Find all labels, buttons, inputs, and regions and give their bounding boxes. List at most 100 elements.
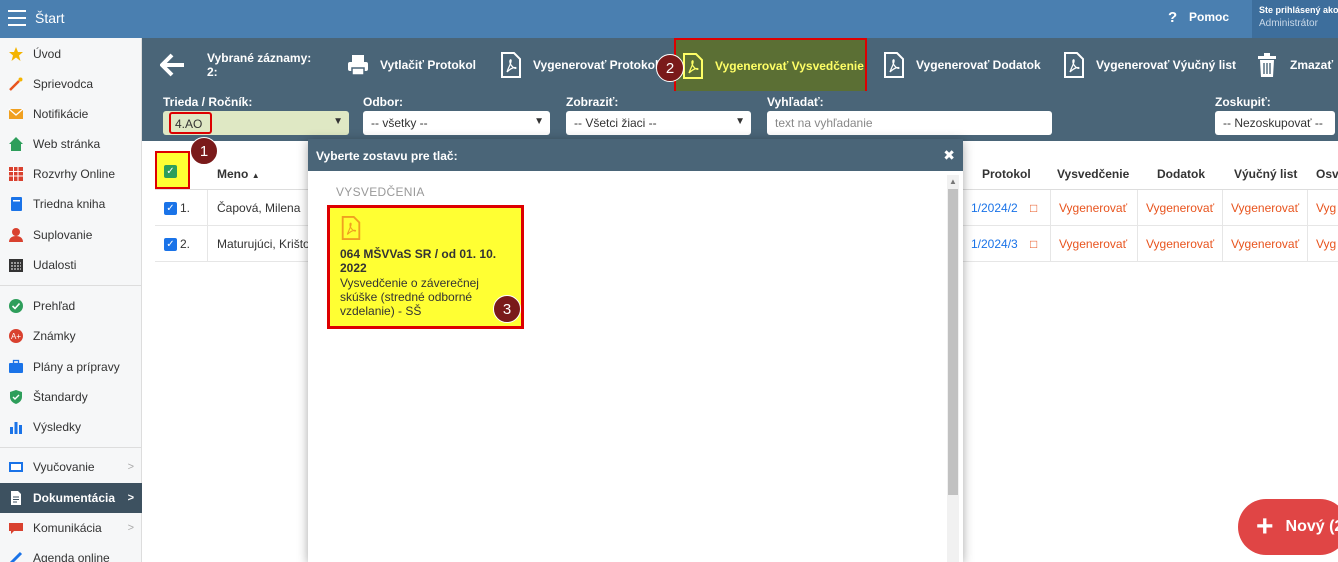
pdf-icon[interactable]: □ [1030,201,1037,215]
sidebar-item-komunikacia[interactable]: Komunikácia > [0,513,142,543]
user-box[interactable]: Ste prihlásený ako Administrátor [1252,0,1338,38]
app-title[interactable]: Štart [35,10,65,26]
student-name[interactable]: Čapová, Milena [217,201,300,215]
generate-more-link[interactable]: Vyg [1316,237,1336,251]
sidebar-item-label: Rozvrhy Online [33,167,116,181]
group-select[interactable]: -- Nezoskupovať -- [1215,111,1335,135]
select-all-checkbox[interactable]: ✓ [164,165,177,178]
print-protocol-button[interactable]: Vytlačiť Protokol [347,38,476,91]
scrollbar-thumb[interactable] [948,189,958,495]
sidebar-item-vyucovanie[interactable]: Vyučovanie > [0,452,142,482]
chevron-right-icon: > [127,461,134,473]
sidebar-item-vysledky[interactable]: Výsledky [0,412,142,442]
generate-addendum-label: Vygenerovať Dodatok [916,57,1041,72]
wand-icon [9,77,23,91]
column-more[interactable]: Osv [1316,167,1338,181]
sidebar-item-label: Vyučovanie [33,460,95,474]
sort-asc-icon: ▲ [251,171,260,180]
group-select-value: -- Nezoskupovať -- [1223,116,1323,130]
sidebar-item-znamky[interactable]: A+ Známky [0,321,142,351]
person-icon [9,228,23,242]
column-apprentice[interactable]: Výučný list [1234,167,1297,181]
plus-icon: + [1256,510,1274,543]
column-divider [1050,190,1051,226]
generate-more-link[interactable]: Vyg [1316,201,1336,215]
sidebar-divider [0,447,142,448]
pdf-file-icon [341,216,361,240]
column-divider [1050,226,1051,262]
column-name[interactable]: Meno ▲ [217,167,260,181]
generate-addendum-link[interactable]: Vygenerovať [1146,237,1214,251]
book-icon [11,197,22,211]
row-checkbox[interactable]: ✓ [164,202,177,215]
chevron-right-icon: > [127,522,134,534]
generate-certificate-button[interactable]: Vygenerovať Vysvedčenie [674,38,867,94]
search-placeholder: text na vyhľadanie [775,116,873,130]
new-record-button[interactable]: + Nový (2 [1238,499,1338,555]
hamburger-menu-icon[interactable] [8,10,26,26]
dialog-scrollbar[interactable]: ▲ [947,175,959,562]
chevron-down-icon: ▼ [333,116,343,127]
sidebar-item-label: Notifikácie [33,107,89,121]
document-icon [11,491,21,505]
generate-addendum-link[interactable]: Vygenerovať [1146,201,1214,215]
sidebar-item-label: Sprievodca [33,77,94,91]
column-divider [1222,226,1223,262]
sidebar-item-sprievodca[interactable]: Sprievodca [0,69,142,99]
generate-certificate-link[interactable]: Vygenerovať [1059,237,1127,251]
field-select[interactable]: -- všetky -- ▼ [363,111,550,135]
row-checkbox[interactable]: ✓ [164,238,177,251]
sidebar-item-agenda[interactable]: Agenda online [0,543,142,562]
sidebar-item-udalosti[interactable]: Udalosti [0,250,142,280]
field-filter-label: Odbor: [363,95,403,109]
selected-records-count: 2: [207,65,218,79]
column-divider [1307,190,1308,226]
sidebar-item-dokumentacia[interactable]: Dokumentácia > [0,483,142,513]
sidebar-divider [0,285,142,286]
delete-button[interactable]: Zmazať [1256,38,1333,91]
search-input[interactable]: text na vyhľadanie [767,111,1052,135]
sidebar-item-rozvrhy[interactable]: Rozvrhy Online [0,159,142,189]
generate-apprentice-button[interactable]: Vygenerovať Výučný list [1063,38,1236,91]
pdf-file-icon [884,51,904,78]
help-icon[interactable]: ? [1168,9,1177,26]
scroll-up-icon[interactable]: ▲ [949,177,957,186]
column-protocol[interactable]: Protokol [982,167,1031,181]
generate-certificate-link[interactable]: Vygenerovať [1059,201,1127,215]
sidebar-item-plany[interactable]: Plány a prípravy [0,352,142,382]
back-arrow-icon[interactable] [160,52,186,78]
sidebar-item-triedna-kniha[interactable]: Triedna kniha [0,189,142,219]
sidebar-item-web-stranka[interactable]: Web stránka [0,129,142,159]
sidebar-item-standardy[interactable]: Štandardy [0,382,142,412]
column-certificate[interactable]: Vysvedčenie [1057,167,1129,181]
generate-addendum-button[interactable]: Vygenerovať Dodatok [883,38,1041,91]
class-select-value-highlight[interactable]: 4.AO [169,112,212,134]
protocol-link[interactable]: 1/2024/2 [971,201,1018,215]
selected-records: Vybrané záznamy: 2: [207,51,311,79]
generate-apprentice-link[interactable]: Vygenerovať [1231,237,1299,251]
protocol-link[interactable]: 1/2024/3 [971,237,1018,251]
bar-chart-icon [10,422,22,434]
sidebar-item-prehlad[interactable]: Prehľad [0,291,142,321]
pdf-file-icon [683,53,703,79]
svg-text:A+: A+ [11,332,21,341]
help-link[interactable]: Pomoc [1189,10,1229,24]
class-select-value: 4.AO [175,117,203,131]
report-card-description: Vysvedčenie o záverečnej skúške (stredné… [340,276,479,318]
sidebar-item-notifikacie[interactable]: Notifikácie [0,99,142,129]
check-circle-icon [9,299,23,313]
star-icon [9,47,23,61]
sidebar-item-suplovanie[interactable]: Suplovanie [0,220,142,250]
generate-apprentice-link[interactable]: Vygenerovať [1231,201,1299,215]
pdf-icon[interactable]: □ [1030,237,1037,251]
section-heading: VYSVEDČENIA [336,185,425,199]
column-divider [1137,226,1138,262]
generate-protocol-label: Vygenerovať Protokol [533,57,659,72]
close-icon[interactable]: ✖ [943,147,955,164]
show-select[interactable]: -- Všetci žiaci -- ▼ [566,111,751,135]
column-addendum[interactable]: Dodatok [1157,167,1205,181]
generate-protocol-button[interactable]: Vygenerovať Protokol [500,38,658,91]
student-name[interactable]: Maturujúci, Krišto [217,237,310,251]
field-select-value: -- všetky -- [371,116,428,130]
sidebar-item-uvod[interactable]: Úvod [0,39,142,69]
